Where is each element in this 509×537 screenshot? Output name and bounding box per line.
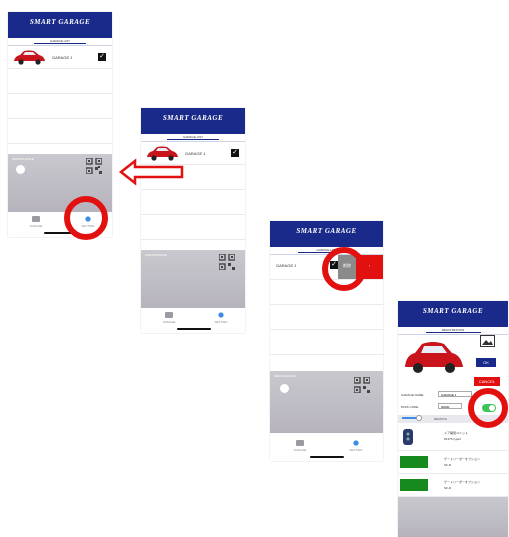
garage-icon [165,312,173,318]
remote-icon [403,429,413,445]
sub-header: GARAGE LIST [141,134,245,142]
garage-checkbox[interactable]: ✓ [98,53,106,61]
qr-code-icon[interactable] [86,158,102,174]
maintenance-label: MAINTENANCE [12,157,34,161]
device-name: ドア開閉ユニット [444,431,469,435]
maintenance-panel: MAINTENANCE [141,250,245,308]
app-header: SMART GARAGE [8,12,112,38]
device-row[interactable]: ゲートリーダーオプション SF-R [398,474,508,497]
image-icon[interactable] [480,335,495,347]
tab-garage-label: GARAGE [162,320,176,324]
car-image [14,50,45,65]
tab-garage[interactable]: GARAGE [292,440,308,454]
app-header: SMART GARAGE [270,221,383,247]
qr-code-icon[interactable] [354,377,370,393]
home-indicator [310,456,344,458]
empty-row [8,69,112,94]
cancel-button[interactable]: CANCEL [474,377,500,386]
qr-code-icon[interactable] [219,254,235,270]
garage-icon [32,216,40,222]
app-header: SMART GARAGE [141,108,245,134]
device-model: 8137S type3 [444,437,461,441]
screen-garage-list-2: SMART GARAGE GARAGE LIST GARAGE 1 ✓ MAIN… [141,108,245,333]
highlight-circle-toggle [468,388,508,428]
device-name: ゲートリーダーオプション [444,480,481,484]
empty-row [8,119,112,144]
device-model: SF-R [444,463,451,467]
garage-name-label: GARAGE NAME [401,393,424,397]
board-icon [400,456,428,468]
maintenance-label: MAINTENANCE [145,253,167,257]
empty-row [270,330,383,355]
garage-name: GARAGE 1 [276,263,297,268]
pass-code-label: PASS CODE [401,405,419,409]
title-underline [425,332,481,333]
garage-name: GARAGE 1 [52,55,73,60]
app-logo: SMART GARAGE [162,114,224,122]
tab-setting-label: SETTING [214,320,228,324]
garage-name-field[interactable]: GARAGE 1 [438,391,472,397]
empty-row [8,94,112,119]
tab-garage[interactable]: GARAGE [161,312,177,326]
more-mark: › [368,263,371,268]
empty-row [270,305,383,330]
empty-row [270,280,383,305]
pass-code-field[interactable]: 00000 [438,403,462,409]
app-logo: SMART GARAGE [422,307,484,315]
tab-setting-label: SETTING [349,448,363,452]
garage-name: GARAGE 1 [185,151,206,156]
empty-row [141,190,245,215]
maintenance-toggle-knob[interactable] [280,384,289,393]
app-logo: SMART GARAGE [296,227,357,235]
highlight-circle-delete-button [322,247,366,291]
setting-icon [353,440,359,446]
maintenance-panel: MAINTENANCE [270,371,383,433]
garage-icon [296,440,304,446]
sub-header: REGISTRATION [398,327,508,335]
ok-button[interactable]: OK [476,358,496,367]
device-row[interactable]: ゲートリーダーオプション SF-R [398,451,508,474]
highlight-circle-setting-tab [64,196,108,240]
app-logo: SMART GARAGE [29,18,91,26]
garage-row[interactable]: GARAGE 1 ✓ [8,46,112,69]
bottom-panel [398,497,508,537]
empty-row [141,215,245,240]
setting-icon [218,312,224,318]
home-indicator [177,328,211,330]
device-model: SF-R [444,486,451,490]
garage-checkbox[interactable]: ✓ [231,149,239,157]
section-label: REMOTE [434,417,447,421]
board-icon [400,479,428,491]
app-header: SMART GARAGE [398,301,508,327]
sub-header: GARAGE LIST [8,38,112,46]
title-underline [167,139,219,140]
left-arrow-icon [119,158,184,186]
title-underline [34,43,86,44]
maintenance-label: MAINTENANCE [274,374,296,378]
slider-track[interactable] [402,415,422,421]
device-name: ゲートリーダーオプション [444,457,481,461]
device-row[interactable]: ドア開閉ユニット 8137S type3 [398,424,508,451]
tab-setting[interactable]: SETTING [348,440,364,454]
tab-garage-label: GARAGE [293,448,307,452]
car-photo [405,342,463,373]
slider-thumb [416,415,422,421]
tab-garage-label: GARAGE [29,224,43,228]
maintenance-toggle-knob[interactable] [16,165,25,174]
tab-garage[interactable]: GARAGE [28,216,44,230]
tab-setting[interactable]: SETTING [213,312,229,326]
